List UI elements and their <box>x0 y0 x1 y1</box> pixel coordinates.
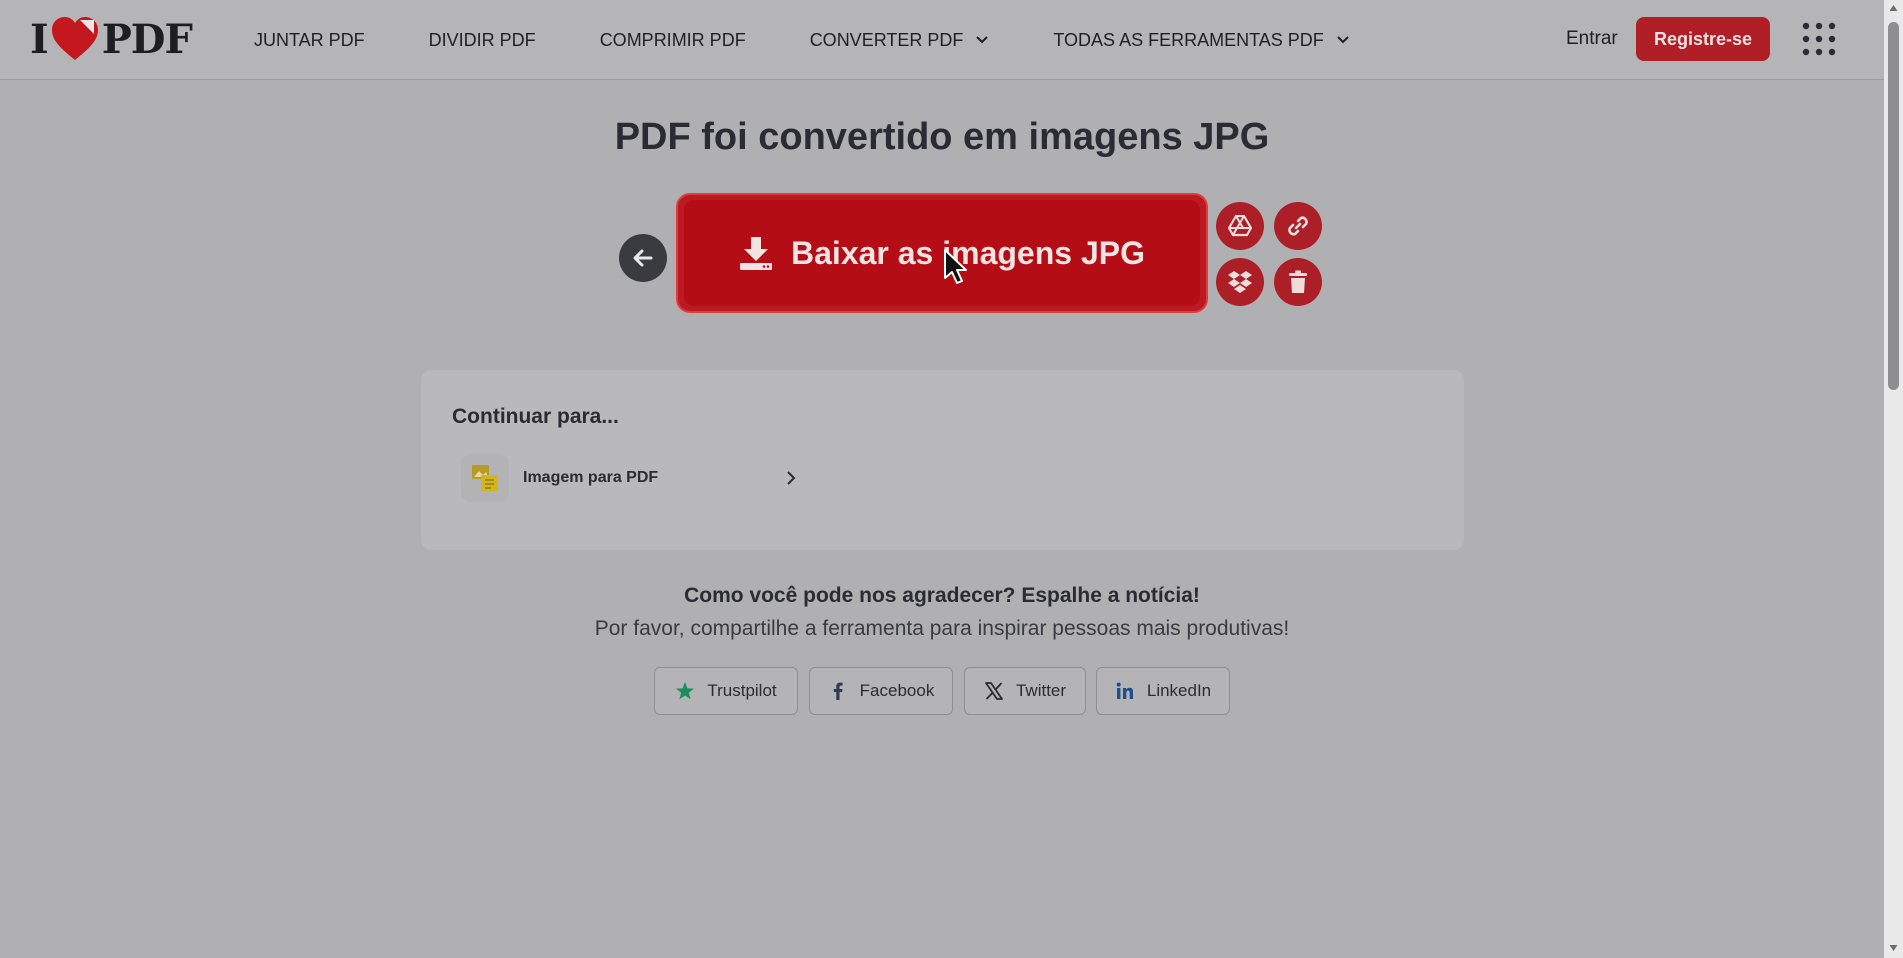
nav-label: TODAS AS FERRAMENTAS PDF <box>1053 29 1324 50</box>
save-to-dropbox-button[interactable] <box>1216 258 1264 306</box>
share-label: Facebook <box>859 681 935 700</box>
share-label: Twitter <box>1015 681 1067 700</box>
tool-image-to-pdf[interactable]: Imagem para PDF <box>461 453 796 503</box>
main-nav: JUNTAR PDF DIVIDIR PDF COMPRIMIR PDF CON… <box>254 0 1414 80</box>
arrow-left-icon <box>633 249 653 267</box>
nav-label: COMPRIMIR PDF <box>599 29 746 50</box>
share-linkedin-button[interactable]: LinkedIn <box>1096 667 1230 715</box>
page-title: PDF foi convertido em imagens JPG <box>614 116 1270 158</box>
tool-label: Imagem para PDF <box>523 469 659 486</box>
nav-label: CONVERTER PDF <box>809 29 964 50</box>
chevron-right-icon <box>787 471 796 485</box>
share-twitter-button[interactable]: Twitter <box>964 667 1086 715</box>
scrollbar-thumb[interactable] <box>1888 22 1899 390</box>
logo-text-pdf: PDF <box>101 15 193 63</box>
share-trustpilot-button[interactable]: Trustpilot <box>654 667 798 715</box>
continue-title: Continuar para... <box>452 405 619 428</box>
heart-icon <box>51 17 98 60</box>
share-label: LinkedIn <box>1146 681 1212 700</box>
login-link[interactable]: Entrar <box>1566 28 1618 50</box>
x-icon <box>985 682 1003 700</box>
nav-label: JUNTAR PDF <box>254 29 365 50</box>
download-icon <box>740 237 773 270</box>
facebook-icon <box>833 682 843 700</box>
ilovepdf-logo[interactable]: I PDF <box>30 15 193 63</box>
share-question: Como você pode nos agradecer? Espalhe a … <box>684 584 1200 607</box>
image-to-pdf-icon <box>461 454 509 502</box>
linkedin-icon <box>1116 682 1133 699</box>
nav-label: DIVIDIR PDF <box>428 29 536 50</box>
logo-letter-i: I <box>30 15 49 63</box>
scroll-down-arrow-icon[interactable] <box>1889 944 1898 952</box>
vertical-scrollbar[interactable] <box>1884 0 1903 958</box>
nav-dividir-pdf[interactable]: DIVIDIR PDF <box>429 30 536 51</box>
download-jpg-button[interactable]: Baixar as imagens JPG <box>684 200 1200 306</box>
nav-converter-pdf[interactable]: CONVERTER PDF <box>810 30 990 51</box>
trash-icon <box>1289 270 1307 293</box>
top-navbar: I PDF JUNTAR PDF DIVIDIR PDF COMPRIMIR P… <box>0 0 1884 80</box>
back-button[interactable] <box>619 234 667 282</box>
link-icon <box>1288 216 1308 236</box>
share-facebook-button[interactable]: Facebook <box>809 667 953 715</box>
chevron-down-icon <box>976 36 989 44</box>
google-drive-icon <box>1228 215 1252 237</box>
save-to-google-drive-button[interactable] <box>1216 202 1264 250</box>
register-button[interactable]: Registre-se <box>1636 17 1770 61</box>
nav-todas-ferramentas[interactable]: TODAS AS FERRAMENTAS PDF <box>1053 30 1349 51</box>
nav-comprimir-pdf[interactable]: COMPRIMIR PDF <box>600 30 746 51</box>
apps-grid-icon[interactable] <box>1802 22 1836 56</box>
nav-juntar-pdf[interactable]: JUNTAR PDF <box>254 30 365 51</box>
trustpilot-star-icon <box>676 682 695 700</box>
chevron-down-icon <box>1337 36 1349 44</box>
share-subtitle: Por favor, compartilhe a ferramenta para… <box>594 617 1290 640</box>
dropbox-icon <box>1228 271 1252 293</box>
delete-files-button[interactable] <box>1274 258 1322 306</box>
continue-card: Continuar para... Imagem para PDF <box>421 370 1464 550</box>
mouse-cursor-icon <box>944 249 967 284</box>
scroll-up-arrow-icon[interactable] <box>1889 4 1898 12</box>
share-label: Trustpilot <box>707 681 777 700</box>
share-link-button[interactable] <box>1274 202 1322 250</box>
